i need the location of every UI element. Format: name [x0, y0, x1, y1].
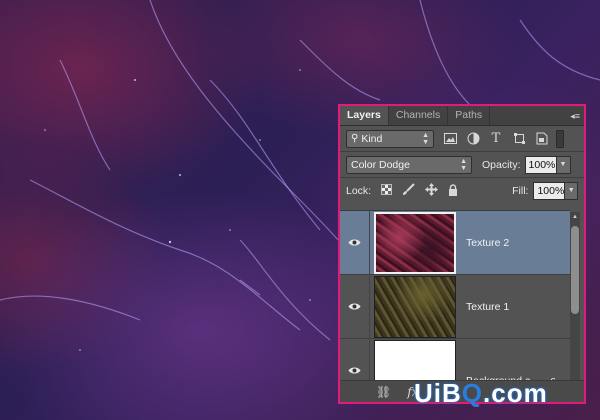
layer-texture-1[interactable]: Texture 1 [340, 274, 570, 339]
type-icon[interactable]: T [488, 131, 504, 147]
layer-name: Texture 1 [466, 300, 510, 313]
adjustment-icon[interactable] [465, 131, 481, 147]
layer-thumbnail [374, 275, 456, 338]
lock-row: Lock: Fill: 100% ▼ [340, 178, 584, 204]
scroll-up-icon[interactable]: ▲ [570, 212, 580, 222]
filter-toggle[interactable] [556, 129, 564, 148]
filter-row: ⚲ Kind ▲ ▼ T [340, 126, 584, 152]
search-icon: ⚲ [351, 133, 359, 144]
lock-move-icon[interactable] [425, 183, 439, 199]
image-icon[interactable] [442, 131, 458, 147]
tab-paths[interactable]: Paths [448, 106, 491, 125]
lock-brush-icon[interactable] [402, 183, 415, 199]
fill-label: Fill: [512, 185, 529, 197]
blend-mode-value: Color Dodge [351, 158, 410, 171]
opacity-label: Opacity: [482, 158, 521, 171]
watermark-logo: UiBQ.com [414, 378, 548, 409]
layer-name: Texture 2 [466, 236, 510, 249]
layer-list: Texture 2 Texture 1 Background c... fx [340, 210, 570, 402]
opacity-dropdown-button[interactable]: ▼ [556, 155, 571, 174]
smart-object-icon[interactable] [534, 131, 550, 147]
panel-menu-icon[interactable]: ◂≡ [566, 111, 580, 121]
blend-mode-select[interactable]: Color Dodge ▲ ▼ [346, 155, 472, 174]
shape-icon[interactable] [511, 131, 527, 147]
layer-texture-2[interactable]: Texture 2 [340, 210, 570, 275]
tab-channels[interactable]: Channels [389, 106, 449, 125]
filter-kind-select[interactable]: ⚲ Kind ▲ ▼ [346, 129, 434, 148]
fill-dropdown-button[interactable]: ▼ [565, 182, 578, 200]
select-arrows-icon: ▲ ▼ [460, 157, 467, 172]
blend-row: Color Dodge ▲ ▼ Opacity: 100% ▼ [340, 152, 584, 178]
eye-icon[interactable] [340, 274, 370, 339]
lock-all-icon[interactable] [448, 183, 458, 199]
panel-tab-bar: Layers Channels Paths ◂≡ [340, 106, 584, 126]
layer-scrollbar[interactable]: ▲ [570, 212, 580, 380]
lock-label: Lock: [346, 185, 372, 197]
lock-transparent-icon[interactable] [381, 184, 393, 198]
layer-thumbnail [374, 211, 456, 274]
link-icon[interactable]: ⛓ [376, 385, 391, 399]
filter-kind-label: Kind [361, 132, 383, 145]
watermark-part: UiB [414, 378, 462, 408]
tab-layers[interactable]: Layers [340, 106, 389, 125]
fill-input[interactable]: 100% [533, 182, 566, 200]
watermark-part: .com [483, 378, 548, 408]
watermark-part: Q [461, 378, 484, 408]
eye-icon[interactable] [340, 210, 370, 275]
layers-panel: Layers Channels Paths ◂≡ ⚲ Kind ▲ ▼ T Co… [338, 104, 586, 404]
select-arrows-icon: ▲ ▼ [422, 131, 429, 146]
opacity-input[interactable]: 100% [524, 155, 557, 174]
scroll-thumb[interactable] [571, 226, 579, 314]
